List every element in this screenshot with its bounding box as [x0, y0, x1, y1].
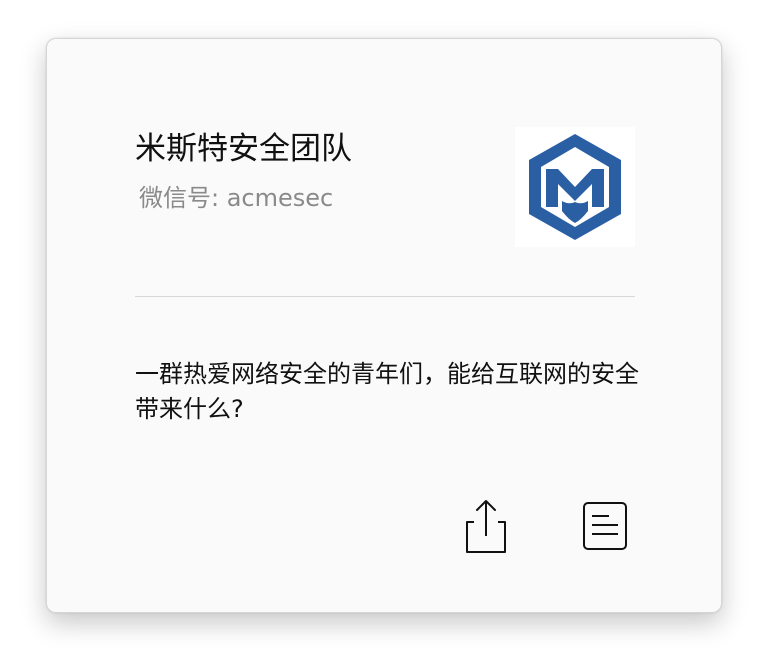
hexagon-m-shield-icon — [529, 134, 621, 240]
wechat-id: 微信号: acmesec — [139, 184, 334, 212]
official-account-card: 米斯特安全团队 微信号: acmesec 一群热爱网络安全的青年们，能给互联网的… — [46, 38, 722, 613]
detail-button[interactable] — [579, 496, 631, 556]
divider — [135, 296, 635, 297]
account-name: 米斯特安全团队 — [135, 131, 352, 167]
share-button[interactable] — [460, 496, 512, 556]
account-description: 一群热爱网络安全的青年们，能给互联网的安全带来什么? — [135, 360, 639, 423]
document-icon — [583, 502, 627, 550]
account-avatar — [515, 127, 635, 247]
share-icon — [466, 500, 506, 553]
